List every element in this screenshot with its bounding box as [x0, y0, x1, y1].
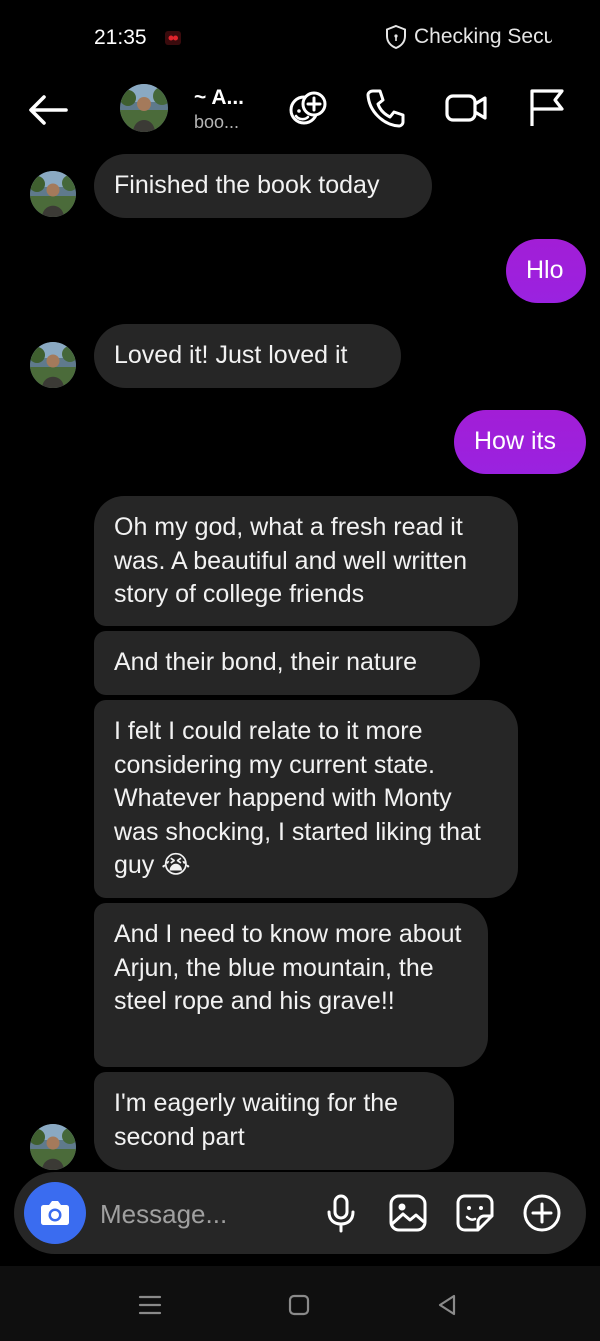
contact-avatar[interactable] — [120, 84, 168, 132]
incoming-message[interactable]: And their bond, their nature — [94, 631, 480, 695]
video-call-icon[interactable] — [444, 86, 488, 130]
outgoing-message[interactable]: Hlo — [506, 239, 586, 303]
microphone-icon[interactable] — [320, 1192, 362, 1234]
incoming-message[interactable]: Oh my god, what a fresh read it was. A b… — [94, 496, 518, 626]
add-effect-icon[interactable] — [286, 86, 330, 130]
gallery-icon[interactable] — [387, 1192, 429, 1234]
contact-name[interactable]: ~ A... — [194, 86, 244, 110]
incoming-message[interactable]: And I need to know more about Arjun, the… — [94, 903, 488, 1067]
incoming-message[interactable]: I'm eagerly waiting for the second part — [94, 1072, 454, 1170]
back-nav-icon[interactable] — [434, 1292, 460, 1318]
status-bar: 21:35 Checking Secu — [0, 0, 600, 78]
security-status: Checking Secu — [384, 24, 552, 50]
outgoing-message[interactable]: How its — [454, 410, 586, 474]
message-composer — [14, 1172, 586, 1254]
chat-header: ~ A... boo... — [0, 78, 600, 142]
status-time: 21:35 — [94, 26, 147, 49]
sender-avatar[interactable] — [30, 1124, 76, 1170]
recording-indicator-icon — [165, 31, 181, 45]
add-icon[interactable] — [521, 1192, 563, 1234]
sender-avatar[interactable] — [30, 342, 76, 388]
flag-icon[interactable] — [524, 86, 568, 130]
back-arrow-icon[interactable] — [26, 90, 70, 130]
incoming-message[interactable]: Finished the book today — [94, 154, 432, 218]
sticker-icon[interactable] — [454, 1192, 496, 1234]
phone-icon[interactable] — [364, 86, 408, 130]
crying-face-emoji: 😭 — [161, 851, 191, 879]
recent-apps-icon[interactable] — [137, 1292, 163, 1318]
sender-avatar[interactable] — [30, 171, 76, 217]
incoming-message[interactable]: Loved it! Just loved it — [94, 324, 401, 388]
system-nav-bar — [0, 1266, 600, 1341]
incoming-message[interactable]: I felt I could relate to it more conside… — [94, 700, 518, 898]
security-text: Checking Secu — [414, 25, 552, 48]
shield-icon — [386, 24, 406, 50]
camera-button[interactable] — [24, 1182, 86, 1244]
home-icon[interactable] — [286, 1292, 312, 1318]
camera-icon — [41, 1201, 69, 1225]
message-input[interactable] — [100, 1194, 300, 1234]
contact-subtitle[interactable]: boo... — [194, 112, 239, 133]
